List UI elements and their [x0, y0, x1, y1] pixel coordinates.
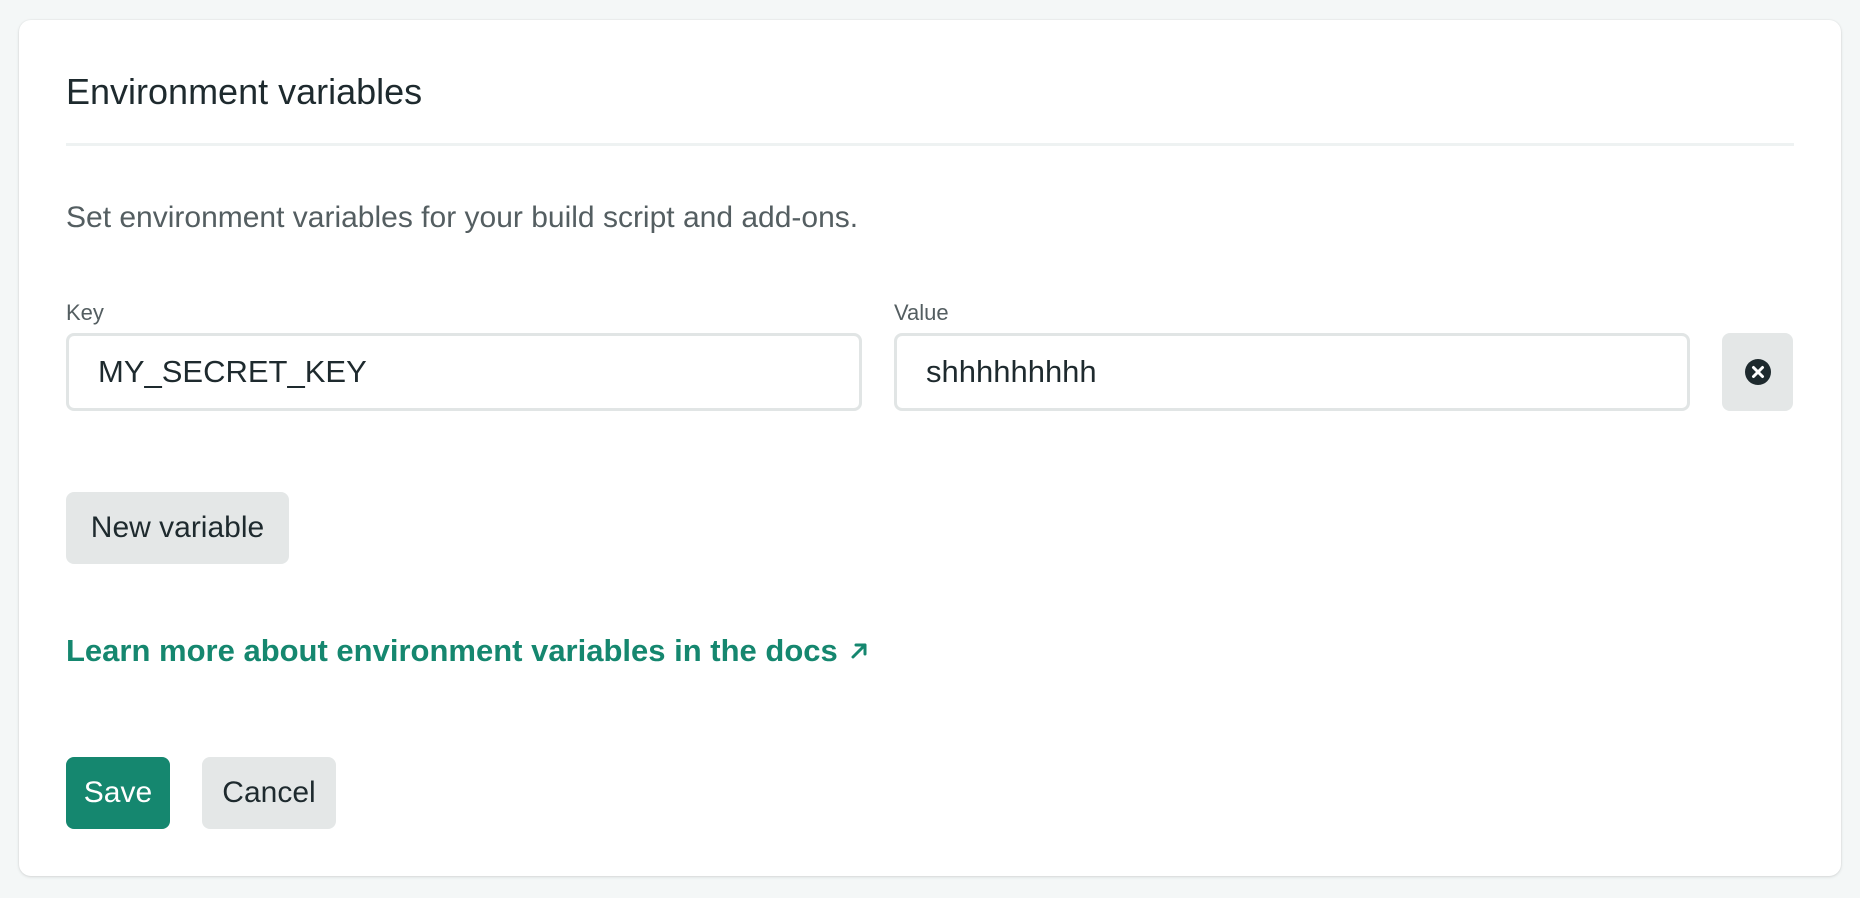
delete-variable-button[interactable]: [1722, 333, 1793, 411]
title-divider: [66, 143, 1794, 146]
close-circle-icon: [1744, 358, 1772, 386]
section-description: Set environment variables for your build…: [66, 201, 859, 234]
docs-link-label: Learn more about environment variables i…: [66, 633, 838, 668]
value-input[interactable]: [894, 333, 1690, 411]
environment-variables-card: Environment variables Set environment va…: [19, 20, 1841, 876]
arrow-up-right-icon: [848, 640, 870, 662]
docs-link[interactable]: Learn more about environment variables i…: [66, 632, 870, 669]
cancel-button[interactable]: Cancel: [202, 757, 336, 829]
section-title: Environment variables: [66, 71, 423, 112]
key-input[interactable]: [66, 333, 862, 411]
save-button[interactable]: Save: [66, 757, 170, 829]
new-variable-button[interactable]: New variable: [66, 492, 289, 564]
key-label: Key: [66, 300, 104, 325]
value-label: Value: [894, 300, 949, 325]
